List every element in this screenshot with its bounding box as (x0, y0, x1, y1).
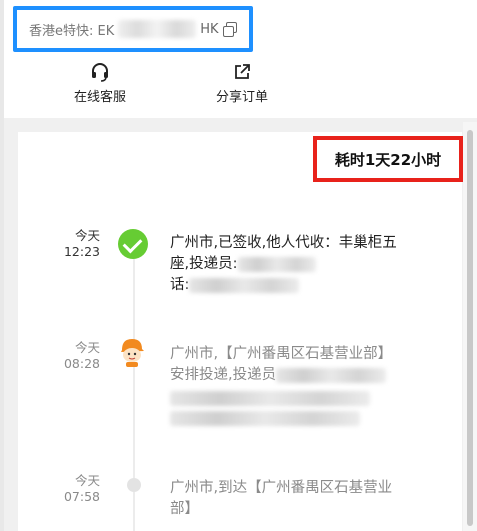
tracking-number-suffix: HK (200, 21, 219, 37)
event-line: 安排投递,投递员 (170, 367, 277, 383)
online-service-button[interactable]: 在线客服 (60, 62, 140, 105)
tracking-timeline-panel (18, 132, 462, 531)
tracking-number-prefix: 香港e特快: EK (29, 23, 115, 39)
event-description: 广州市,到达【广州番禺区石基营业 部】 (170, 478, 460, 520)
tracking-number-redacted (118, 20, 197, 38)
event-clock: 12:23 (63, 244, 100, 259)
share-order-label: 分享订单 (215, 90, 268, 105)
event-day: 今天 (74, 228, 100, 243)
event-time: 今天 07:58 (40, 473, 100, 505)
event-line: 话: (170, 277, 190, 293)
redacted-text (170, 410, 360, 426)
event-line: 广州市,【广州番禺区石基营业部】 (170, 346, 393, 362)
delivered-check-icon (118, 229, 148, 259)
event-time: 今天 12:23 (40, 228, 100, 260)
redacted-text (276, 367, 387, 383)
event-description: 广州市,【广州番禺区石基营业部】 安排投递,投递员 (170, 344, 460, 428)
share-icon (235, 64, 250, 79)
event-description: 广州市,已签收,他人代收：丰巢柜五 座,投递员: 话: (170, 233, 460, 296)
event-day: 今天 (74, 473, 100, 488)
online-service-label: 在线客服 (73, 90, 126, 105)
event-day: 今天 (74, 340, 100, 355)
redacted-text (189, 277, 300, 293)
share-order-button[interactable]: 分享订单 (200, 62, 284, 105)
event-line: 部】 (170, 501, 199, 517)
event-clock: 07:58 (63, 489, 100, 504)
timeline-dot (127, 478, 141, 492)
transit-duration: 耗时1天22小时 (313, 136, 463, 182)
redacted-text (237, 256, 316, 272)
event-line: 广州市,已签收,他人代收：丰巢柜五 (170, 235, 397, 251)
event-line: 广州市,到达【广州番禺区石基营业 (170, 480, 393, 496)
courier-avatar-icon (121, 339, 144, 367)
redacted-text (170, 390, 370, 406)
copy-icon[interactable] (222, 22, 237, 37)
event-clock: 08:28 (63, 356, 100, 371)
scrollbar-thumb[interactable] (467, 130, 473, 526)
event-time: 今天 08:28 (40, 340, 100, 372)
event-line: 座,投递员: (170, 256, 238, 272)
tracking-number-box: 香港e特快: EK HK (13, 6, 253, 52)
headset-icon (92, 63, 108, 82)
